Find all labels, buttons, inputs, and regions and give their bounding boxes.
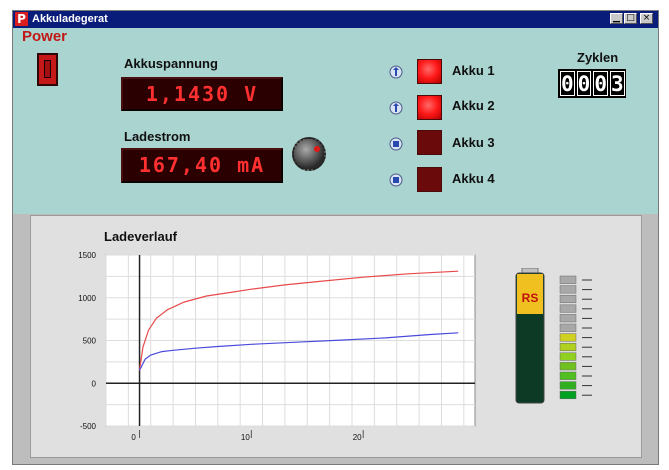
- power-switch-rocker: [44, 60, 51, 78]
- x-tick-label: 20: [353, 433, 362, 442]
- minimize-button[interactable]: ▁: [610, 13, 623, 24]
- y-tick-label: 1000: [78, 294, 96, 303]
- gauge-segment: [559, 381, 577, 390]
- zyklen-digit: 3: [609, 71, 625, 96]
- gauge-segment: [559, 342, 577, 352]
- zyklen-digit: 0: [560, 71, 575, 96]
- akku-2-led: [417, 95, 442, 120]
- battery-brand-text: RS: [522, 291, 539, 305]
- akku-3-label: Akku 3: [452, 135, 495, 150]
- gauge-segment: [559, 294, 577, 304]
- gauge-segment: [559, 333, 577, 342]
- current-display: 167,40 mA: [121, 148, 283, 183]
- akku-3-led: [417, 130, 442, 155]
- voltage-display: 1,1430 V: [121, 77, 283, 111]
- knob-indicator: [314, 146, 320, 152]
- app-logo-icon: P: [15, 12, 28, 26]
- gauge-segment: [559, 275, 577, 284]
- gauge-segment: [559, 304, 577, 313]
- y-tick-label: 1500: [78, 251, 96, 260]
- y-tick-label: 500: [83, 337, 97, 346]
- akku-2-status-icon: [389, 101, 403, 115]
- x-tick-label: 0: [131, 433, 136, 442]
- current-knob[interactable]: [292, 137, 326, 171]
- akku-1-led: [417, 59, 442, 84]
- y-tick-label: -500: [80, 422, 97, 431]
- charge-chart: -500 0 500 1000 1500 0 10 20: [78, 251, 476, 442]
- akku-4-label: Akku 4: [452, 171, 495, 186]
- gauge-segment: [559, 314, 577, 323]
- akkuspannung-label: Akkuspannung: [124, 56, 218, 71]
- control-panel: [13, 28, 658, 214]
- akku-4-status-icon: [389, 173, 403, 187]
- maximize-button[interactable]: □: [624, 13, 637, 24]
- zyklen-digit: 0: [593, 71, 608, 96]
- zyklen-counter: 0 0 0 3: [558, 69, 626, 98]
- power-label: Power: [22, 28, 68, 45]
- gauge-segment: [559, 285, 577, 294]
- akku-1-status-icon: [389, 65, 403, 79]
- akku-1-label: Akku 1: [452, 63, 495, 78]
- chart-title: Ladeverlauf: [104, 229, 177, 244]
- ladestrom-label: Ladestrom: [124, 129, 191, 144]
- power-switch[interactable]: [37, 53, 58, 86]
- gauge-segment: [559, 323, 577, 332]
- y-tick-label: 0: [92, 379, 97, 388]
- battery-gauge: RS: [515, 268, 592, 404]
- title-bar: P Akkuladegerat ▁ □ ×: [13, 11, 658, 28]
- akku-4-led: [417, 167, 442, 192]
- zyklen-label: Zyklen: [577, 50, 619, 65]
- gauge-segment: [559, 371, 577, 380]
- window-title: Akkuladegerat: [32, 13, 108, 25]
- akku-2-label: Akku 2: [452, 98, 495, 113]
- gauge-segment: [559, 362, 577, 371]
- gauge-segment: [559, 352, 577, 361]
- akku-3-status-icon: [389, 137, 403, 151]
- zyklen-digit: 0: [576, 71, 592, 96]
- gauge-segment: [559, 390, 577, 400]
- x-tick-label: 10: [241, 433, 250, 442]
- close-button[interactable]: ×: [640, 13, 653, 24]
